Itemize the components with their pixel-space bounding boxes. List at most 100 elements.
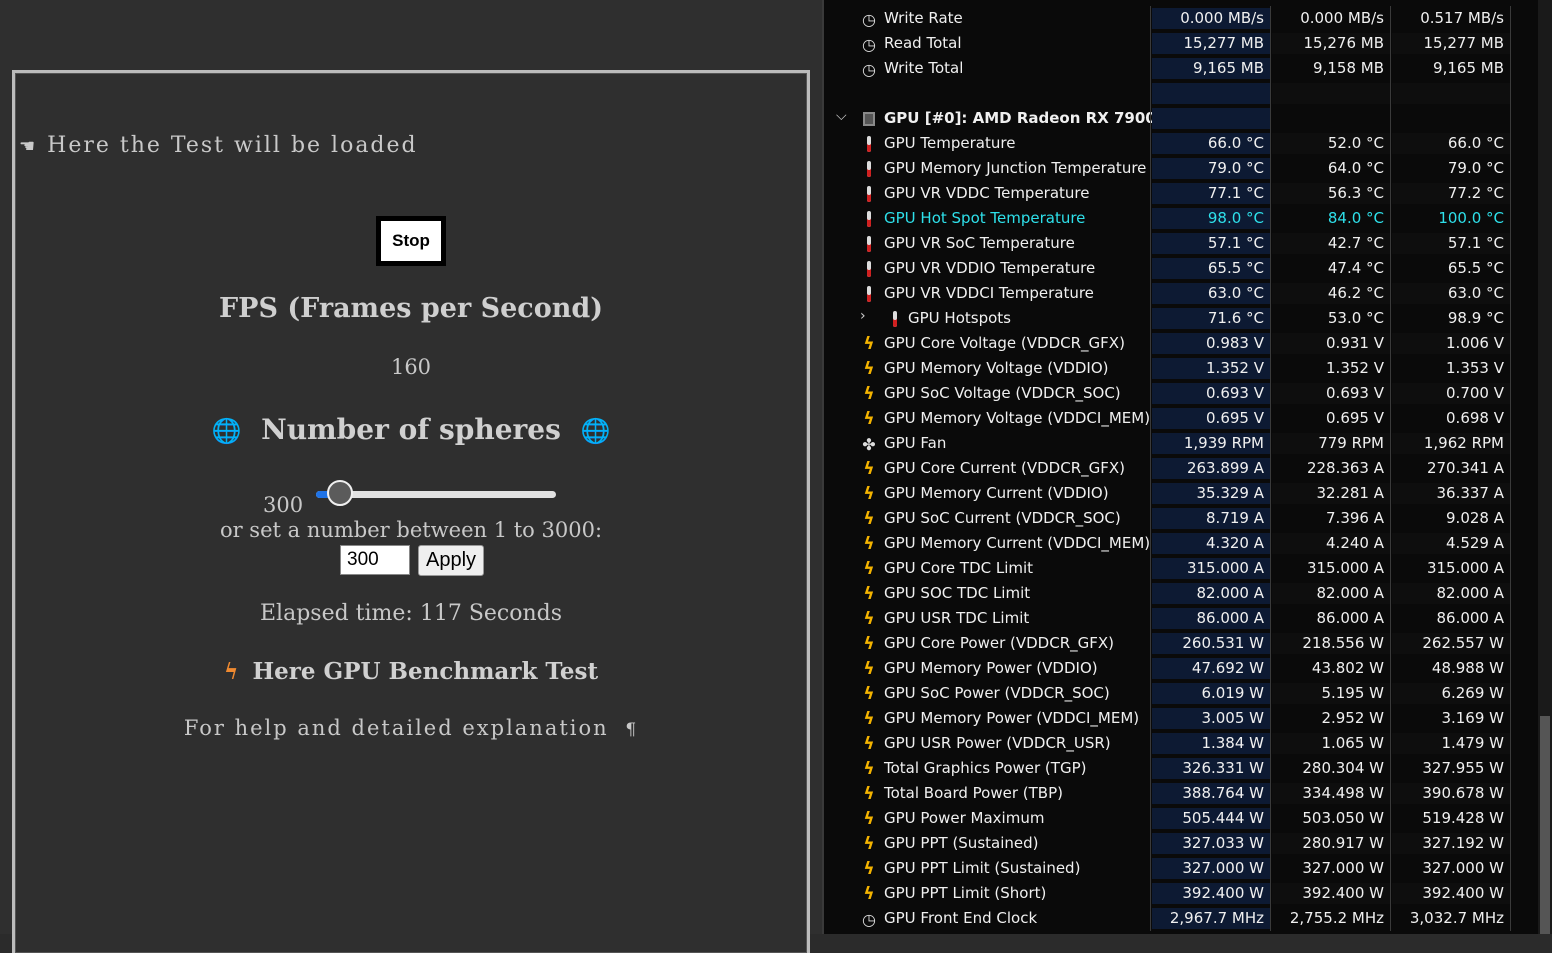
- spheres-number-input[interactable]: [340, 545, 410, 575]
- maximum-value: 519.428 W: [1422, 809, 1504, 827]
- sensor-row[interactable]: ϟ GPU USR Power (VDDCR_USR) 1.384 W 1.065 W…: [824, 731, 1536, 756]
- globe-icon: 🌐: [580, 416, 611, 445]
- sensor-row[interactable]: ϟ GPU PPT (Sustained) 327.033 W 280.917 W 32…: [824, 831, 1536, 856]
- column-divider: [1150, 831, 1151, 856]
- globe-icon: 🌐: [211, 416, 242, 445]
- sensor-row[interactable]: GPU Temperature 66.0 °C 52.0 °C 66.0 °C: [824, 131, 1536, 156]
- sensor-name: Read Total: [884, 34, 962, 52]
- loader-label: Here the Test will be loaded: [47, 133, 418, 158]
- lightning-icon: ϟ: [863, 709, 875, 729]
- sensor-row[interactable]: ϟ GPU PPT Limit (Short) 392.400 W 392.400 W…: [824, 881, 1536, 906]
- column-divider: [1390, 581, 1391, 606]
- column-divider: [1390, 681, 1391, 706]
- column-divider: [1270, 831, 1271, 856]
- current-value: 0.693 V: [1152, 383, 1270, 404]
- sensor-row[interactable]: ϟ GPU Memory Voltage (VDDIO) 1.352 V 1.352 …: [824, 356, 1536, 381]
- minimum-value: [1272, 83, 1390, 104]
- column-divider: [1510, 731, 1511, 756]
- sensor-row[interactable]: ϟ GPU Memory Current (VDDCI_MEM) 4.320 A 4.…: [824, 531, 1536, 556]
- help-text: For help and detailed explanation: [183, 716, 609, 740]
- sensor-row[interactable]: ◷ GPU Front End Clock 2,967.7 MHz 2,755.2 M…: [824, 906, 1536, 931]
- sensor-row[interactable]: ϟ GPU Memory Current (VDDIO) 35.329 A 32.28…: [824, 481, 1536, 506]
- lightning-icon: ϟ: [863, 734, 875, 754]
- sensor-row[interactable]: ϟ Total Graphics Power (TGP) 326.331 W 280.…: [824, 756, 1536, 781]
- column-divider: [1150, 581, 1151, 606]
- column-divider: [1390, 356, 1391, 381]
- column-divider: [1270, 406, 1271, 431]
- sensor-row[interactable]: ✤ GPU Fan 1,939 RPM 779 RPM 1,962 RPM: [824, 431, 1536, 456]
- column-divider: [1150, 431, 1151, 456]
- collapse-chevron-icon[interactable]: ⌵: [836, 108, 847, 124]
- sensor-row[interactable]: ϟ GPU Core TDC Limit 315.000 A 315.000 A 315…: [824, 556, 1536, 581]
- current-value: [1152, 83, 1270, 104]
- column-divider: [1390, 181, 1391, 206]
- minimum-value: 53.0 °C: [1327, 309, 1384, 327]
- sensor-row[interactable]: GPU VR VDDC Temperature 77.1 °C 56.3 °C 77.…: [824, 181, 1536, 206]
- thermometer-icon: [886, 309, 904, 329]
- sensor-row[interactable]: GPU Memory Junction Temperature 79.0 °C 64…: [824, 156, 1536, 181]
- sensor-row[interactable]: ϟ GPU Memory Power (VDDIO) 47.692 W 43.802 …: [824, 656, 1536, 681]
- scrollbar[interactable]: [1538, 0, 1552, 934]
- minimum-value: 4.240 A: [1272, 533, 1390, 554]
- chip-icon: [860, 109, 878, 129]
- sensor-row[interactable]: ϟ GPU Core Current (VDDCR_GFX) 263.899 A 22…: [824, 456, 1536, 481]
- sensor-row[interactable]: ◷ Write Rate 0.000 MB/s 0.000 MB/s 0.517 MB/…: [824, 6, 1536, 31]
- column-divider: [1150, 306, 1151, 331]
- column-divider: [1150, 556, 1151, 581]
- sensor-row[interactable]: [824, 81, 1536, 106]
- current-value: 82.000 A: [1152, 583, 1270, 604]
- sensor-row[interactable]: ϟ GPU Core Power (VDDCR_GFX) 260.531 W 218.…: [824, 631, 1536, 656]
- expand-chevron-icon[interactable]: ›: [860, 308, 866, 324]
- sensor-row[interactable]: › GPU Hotspots 71.6 °C 53.0 °C 98.9 °C: [824, 306, 1536, 331]
- help-link[interactable]: For help and detailed explanation ¶: [15, 716, 807, 740]
- column-divider: [1510, 106, 1511, 131]
- maximum-value: [1392, 108, 1510, 129]
- current-value: 86.000 A: [1152, 608, 1270, 629]
- sensor-row[interactable]: ϟ GPU Core Voltage (VDDCR_GFX) 0.983 V 0.93…: [824, 331, 1536, 356]
- sensor-row[interactable]: ϟ GPU Power Maximum 505.444 W 503.050 W 519.…: [824, 806, 1536, 831]
- minimum-value: [1272, 108, 1390, 129]
- sensor-row[interactable]: GPU Hot Spot Temperature 98.0 °C 84.0 °C 10…: [824, 206, 1536, 231]
- thermometer-icon: [860, 284, 878, 304]
- lightning-icon: ϟ: [863, 509, 875, 529]
- sensor-row[interactable]: ϟ GPU SoC Voltage (VDDCR_SOC) 0.693 V 0.693…: [824, 381, 1536, 406]
- sensor-name: GPU Front End Clock: [884, 909, 1038, 927]
- stop-button[interactable]: Stop: [376, 216, 446, 266]
- sensor-row[interactable]: GPU VR SoC Temperature 57.1 °C 42.7 °C 57.1…: [824, 231, 1536, 256]
- maximum-value: 327.955 W: [1422, 759, 1504, 777]
- spheres-slider-thumb[interactable]: [327, 480, 353, 506]
- column-divider: [1270, 656, 1271, 681]
- current-value: 0.000 MB/s: [1152, 8, 1270, 29]
- sensor-name: Write Rate: [884, 9, 963, 27]
- sensor-row[interactable]: ◷ Write Total 9,165 MB 9,158 MB 9,165 MB: [824, 56, 1536, 81]
- sensor-row[interactable]: GPU VR VDDCI Temperature 63.0 °C 46.2 °C 63…: [824, 281, 1536, 306]
- column-divider: [1510, 556, 1511, 581]
- sensor-row[interactable]: ◷ Read Total 15,277 MB 15,276 MB 15,277 MB: [824, 31, 1536, 56]
- sensor-row[interactable]: ϟ GPU USR TDC Limit 86.000 A 86.000 A 86.000…: [824, 606, 1536, 631]
- sensor-row[interactable]: ϟ GPU SoC Current (VDDCR_SOC) 8.719 A 7.396…: [824, 506, 1536, 531]
- maximum-value: 390.678 W: [1392, 783, 1510, 804]
- sensor-row[interactable]: ϟ GPU SoC Power (VDDCR_SOC) 6.019 W 5.195 W…: [824, 681, 1536, 706]
- column-divider: [1390, 656, 1391, 681]
- sensor-row[interactable]: ϟ Total Board Power (TBP) 388.764 W 334.498…: [824, 781, 1536, 806]
- column-divider: [1150, 756, 1151, 781]
- sensor-row[interactable]: ϟ GPU Memory Power (VDDCI_MEM) 3.005 W 2.95…: [824, 706, 1536, 731]
- sensor-group-row[interactable]: ⌵ GPU [#0]: AMD Radeon RX 7900 XTX: [824, 106, 1536, 131]
- column-divider: [1270, 781, 1271, 806]
- slider-value-label: 300: [263, 493, 304, 517]
- column-divider: [1270, 556, 1271, 581]
- sensor-row[interactable]: ϟ GPU Memory Voltage (VDDCI_MEM) 0.695 V 0.…: [824, 406, 1536, 431]
- column-divider: [1510, 381, 1511, 406]
- scrollbar-thumb[interactable]: [1540, 716, 1550, 934]
- sensor-name: GPU Memory Power (VDDCI_MEM): [884, 709, 1140, 727]
- apply-button[interactable]: Apply: [418, 545, 484, 576]
- minimum-value: 779 RPM: [1272, 433, 1390, 454]
- sensor-row[interactable]: ϟ GPU PPT Limit (Sustained) 327.000 W 327.0…: [824, 856, 1536, 881]
- column-divider: [1150, 806, 1151, 831]
- minimum-value: 228.363 A: [1306, 459, 1384, 477]
- sensor-row[interactable]: ϟ GPU SOC TDC Limit 82.000 A 82.000 A 82.000…: [824, 581, 1536, 606]
- minimum-value: 52.0 °C: [1272, 133, 1390, 154]
- column-divider: [1510, 506, 1511, 531]
- sensor-row[interactable]: GPU VR VDDIO Temperature 65.5 °C 47.4 °C 65…: [824, 256, 1536, 281]
- current-value: 505.444 W: [1152, 808, 1270, 829]
